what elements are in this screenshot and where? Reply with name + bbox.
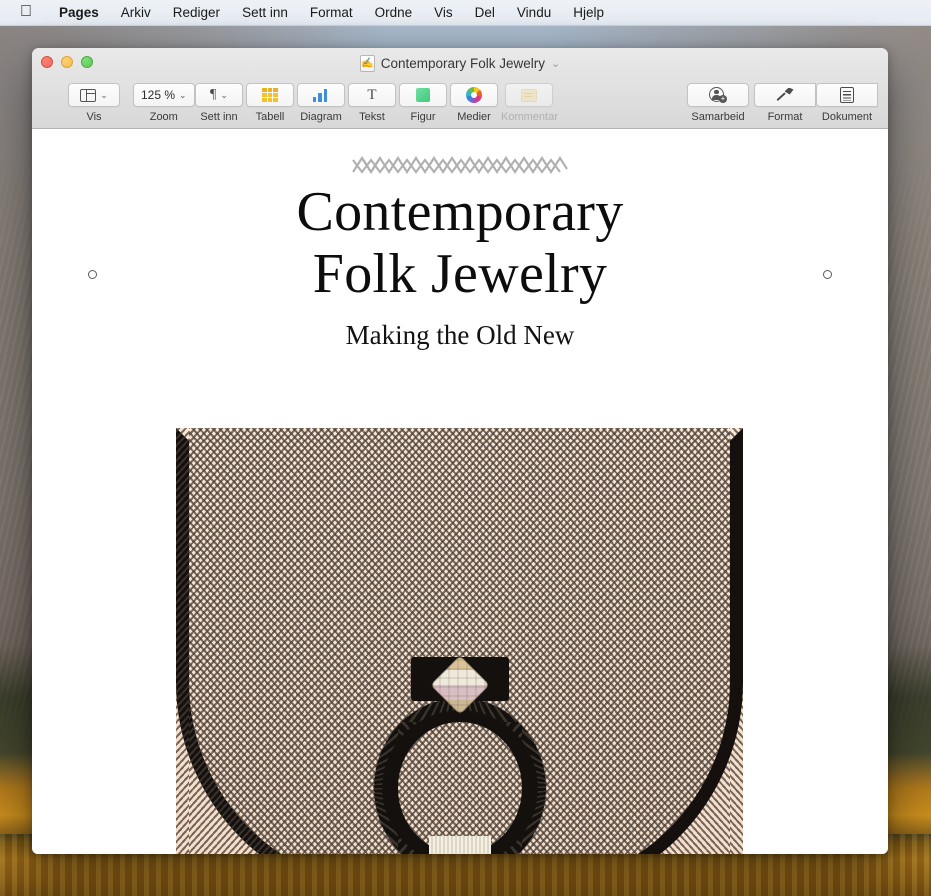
- window-titlebar[interactable]: Contemporary Folk Jewelry ⌄: [32, 48, 888, 80]
- text-button-label: Tekst: [359, 111, 385, 123]
- table-icon: [262, 88, 278, 102]
- menu-item-hjelp[interactable]: Hjelp: [562, 5, 615, 20]
- comment-button-label: Kommentar: [501, 111, 558, 123]
- ring-ornament-left-icon: [88, 270, 97, 279]
- table-button-label: Tabell: [255, 111, 285, 123]
- window-chrome: Contemporary Folk Jewelry ⌄ ⌄ Vis: [32, 48, 888, 129]
- plus-icon: +: [719, 94, 727, 103]
- document-button-label: Dokument: [821, 111, 873, 123]
- chevron-down-icon: ⌄: [100, 89, 108, 100]
- view-button-label: Vis: [86, 111, 102, 123]
- format-button-label: Format: [767, 111, 803, 123]
- table-button[interactable]: Tabell: [246, 83, 294, 123]
- collaborate-button[interactable]: + Samarbeid: [687, 83, 749, 123]
- menu-item-arkiv[interactable]: Arkiv: [110, 5, 162, 20]
- text-box-icon: T: [367, 86, 377, 103]
- menu-item-format[interactable]: Format: [299, 5, 364, 20]
- shape-square-icon: [416, 88, 430, 102]
- pages-document-window: Contemporary Folk Jewelry ⌄ ⌄ Vis: [32, 48, 888, 854]
- chevron-down-icon: ⌄: [179, 89, 187, 100]
- person-add-icon: +: [709, 87, 727, 103]
- media-button-label: Medier: [457, 111, 491, 123]
- zoom-button-label: Zoom: [149, 111, 178, 123]
- shape-button-label: Figur: [410, 111, 436, 123]
- document-heading-line1: Contemporary: [296, 181, 624, 243]
- menu-item-sett-inn[interactable]: Sett inn: [231, 5, 299, 20]
- document-canvas[interactable]: Contemporary Folk Jewelry Making the Old…: [32, 129, 888, 854]
- window-title[interactable]: Contemporary Folk Jewelry: [381, 56, 545, 71]
- document-subtitle: Making the Old New: [345, 320, 575, 350]
- collaborate-button-label: Samarbeid: [691, 111, 745, 123]
- toolbar-group-collaborate: + Samarbeid: [687, 83, 749, 123]
- chevron-down-icon: ⌄: [220, 89, 228, 100]
- document-photo[interactable]: [176, 428, 743, 854]
- toolbar-group-zoom: 125 % ⌄ Zoom: [133, 83, 195, 123]
- view-panel-icon: [80, 88, 97, 102]
- menu-item-pages[interactable]: Pages: [48, 5, 110, 20]
- document-heading: Contemporary Folk Jewelry: [32, 182, 888, 304]
- menu-item-rediger[interactable]: Rediger: [162, 5, 231, 20]
- wallpaper-grass: [70, 862, 270, 896]
- toolbar-group-view: ⌄ Vis: [68, 83, 120, 123]
- toolbar-group-inspector: Format Dokument: [754, 83, 878, 123]
- bar-chart-icon: [312, 88, 330, 102]
- ring-ornament-right-icon: [823, 270, 832, 279]
- zigzag-ornament-icon: [351, 154, 569, 176]
- pilcrow-icon: ¶: [210, 87, 217, 102]
- document-lines-icon: [840, 87, 854, 103]
- menu-item-vis[interactable]: Vis: [423, 5, 464, 20]
- menu-item-ordne[interactable]: Ordne: [364, 5, 424, 20]
- apple-menu-icon[interactable]: : [20, 3, 32, 20]
- document-button[interactable]: Dokument: [816, 83, 878, 123]
- chart-button[interactable]: Diagram: [297, 83, 345, 123]
- photos-flower-icon: [466, 87, 482, 103]
- media-button[interactable]: Medier: [450, 83, 498, 123]
- zoom-value: 125 %: [141, 88, 176, 102]
- text-button[interactable]: T Tekst: [348, 83, 396, 123]
- chart-button-label: Diagram: [300, 111, 342, 123]
- sticky-note-icon: [521, 88, 538, 102]
- toolbar: ⌄ Vis 125 % ⌄ Zoom ¶ ⌄ Sett inn Tabell D…: [32, 80, 888, 129]
- pages-document-icon: [359, 55, 375, 72]
- menu-item-vindu[interactable]: Vindu: [506, 5, 562, 20]
- zoom-button[interactable]: 125 % ⌄ Zoom: [133, 83, 195, 123]
- document-heading-line2: Folk Jewelry: [312, 243, 608, 305]
- insert-button-label: Sett inn: [200, 111, 238, 123]
- insert-button[interactable]: ¶ ⌄ Sett inn: [195, 83, 243, 123]
- comment-button[interactable]: Kommentar: [501, 83, 558, 123]
- shape-button[interactable]: Figur: [399, 83, 447, 123]
- title-chevron-down-icon[interactable]: ⌄: [551, 57, 560, 70]
- format-button[interactable]: Format: [754, 83, 816, 123]
- toolbar-group-insert: ¶ ⌄ Sett inn Tabell Diagram T Tekst Figu…: [195, 83, 558, 123]
- document-title-area: Contemporary Folk Jewelry ⌄: [32, 55, 888, 72]
- document-heading-line2-wrap: Folk Jewelry: [32, 244, 888, 304]
- paintbrush-icon: [775, 87, 794, 103]
- view-button[interactable]: ⌄ Vis: [68, 83, 120, 123]
- menu-item-del[interactable]: Del: [464, 5, 506, 20]
- menu-bar:  Pages Arkiv Rediger Sett inn Format Or…: [0, 0, 931, 26]
- white-thread-wrap: [428, 836, 491, 854]
